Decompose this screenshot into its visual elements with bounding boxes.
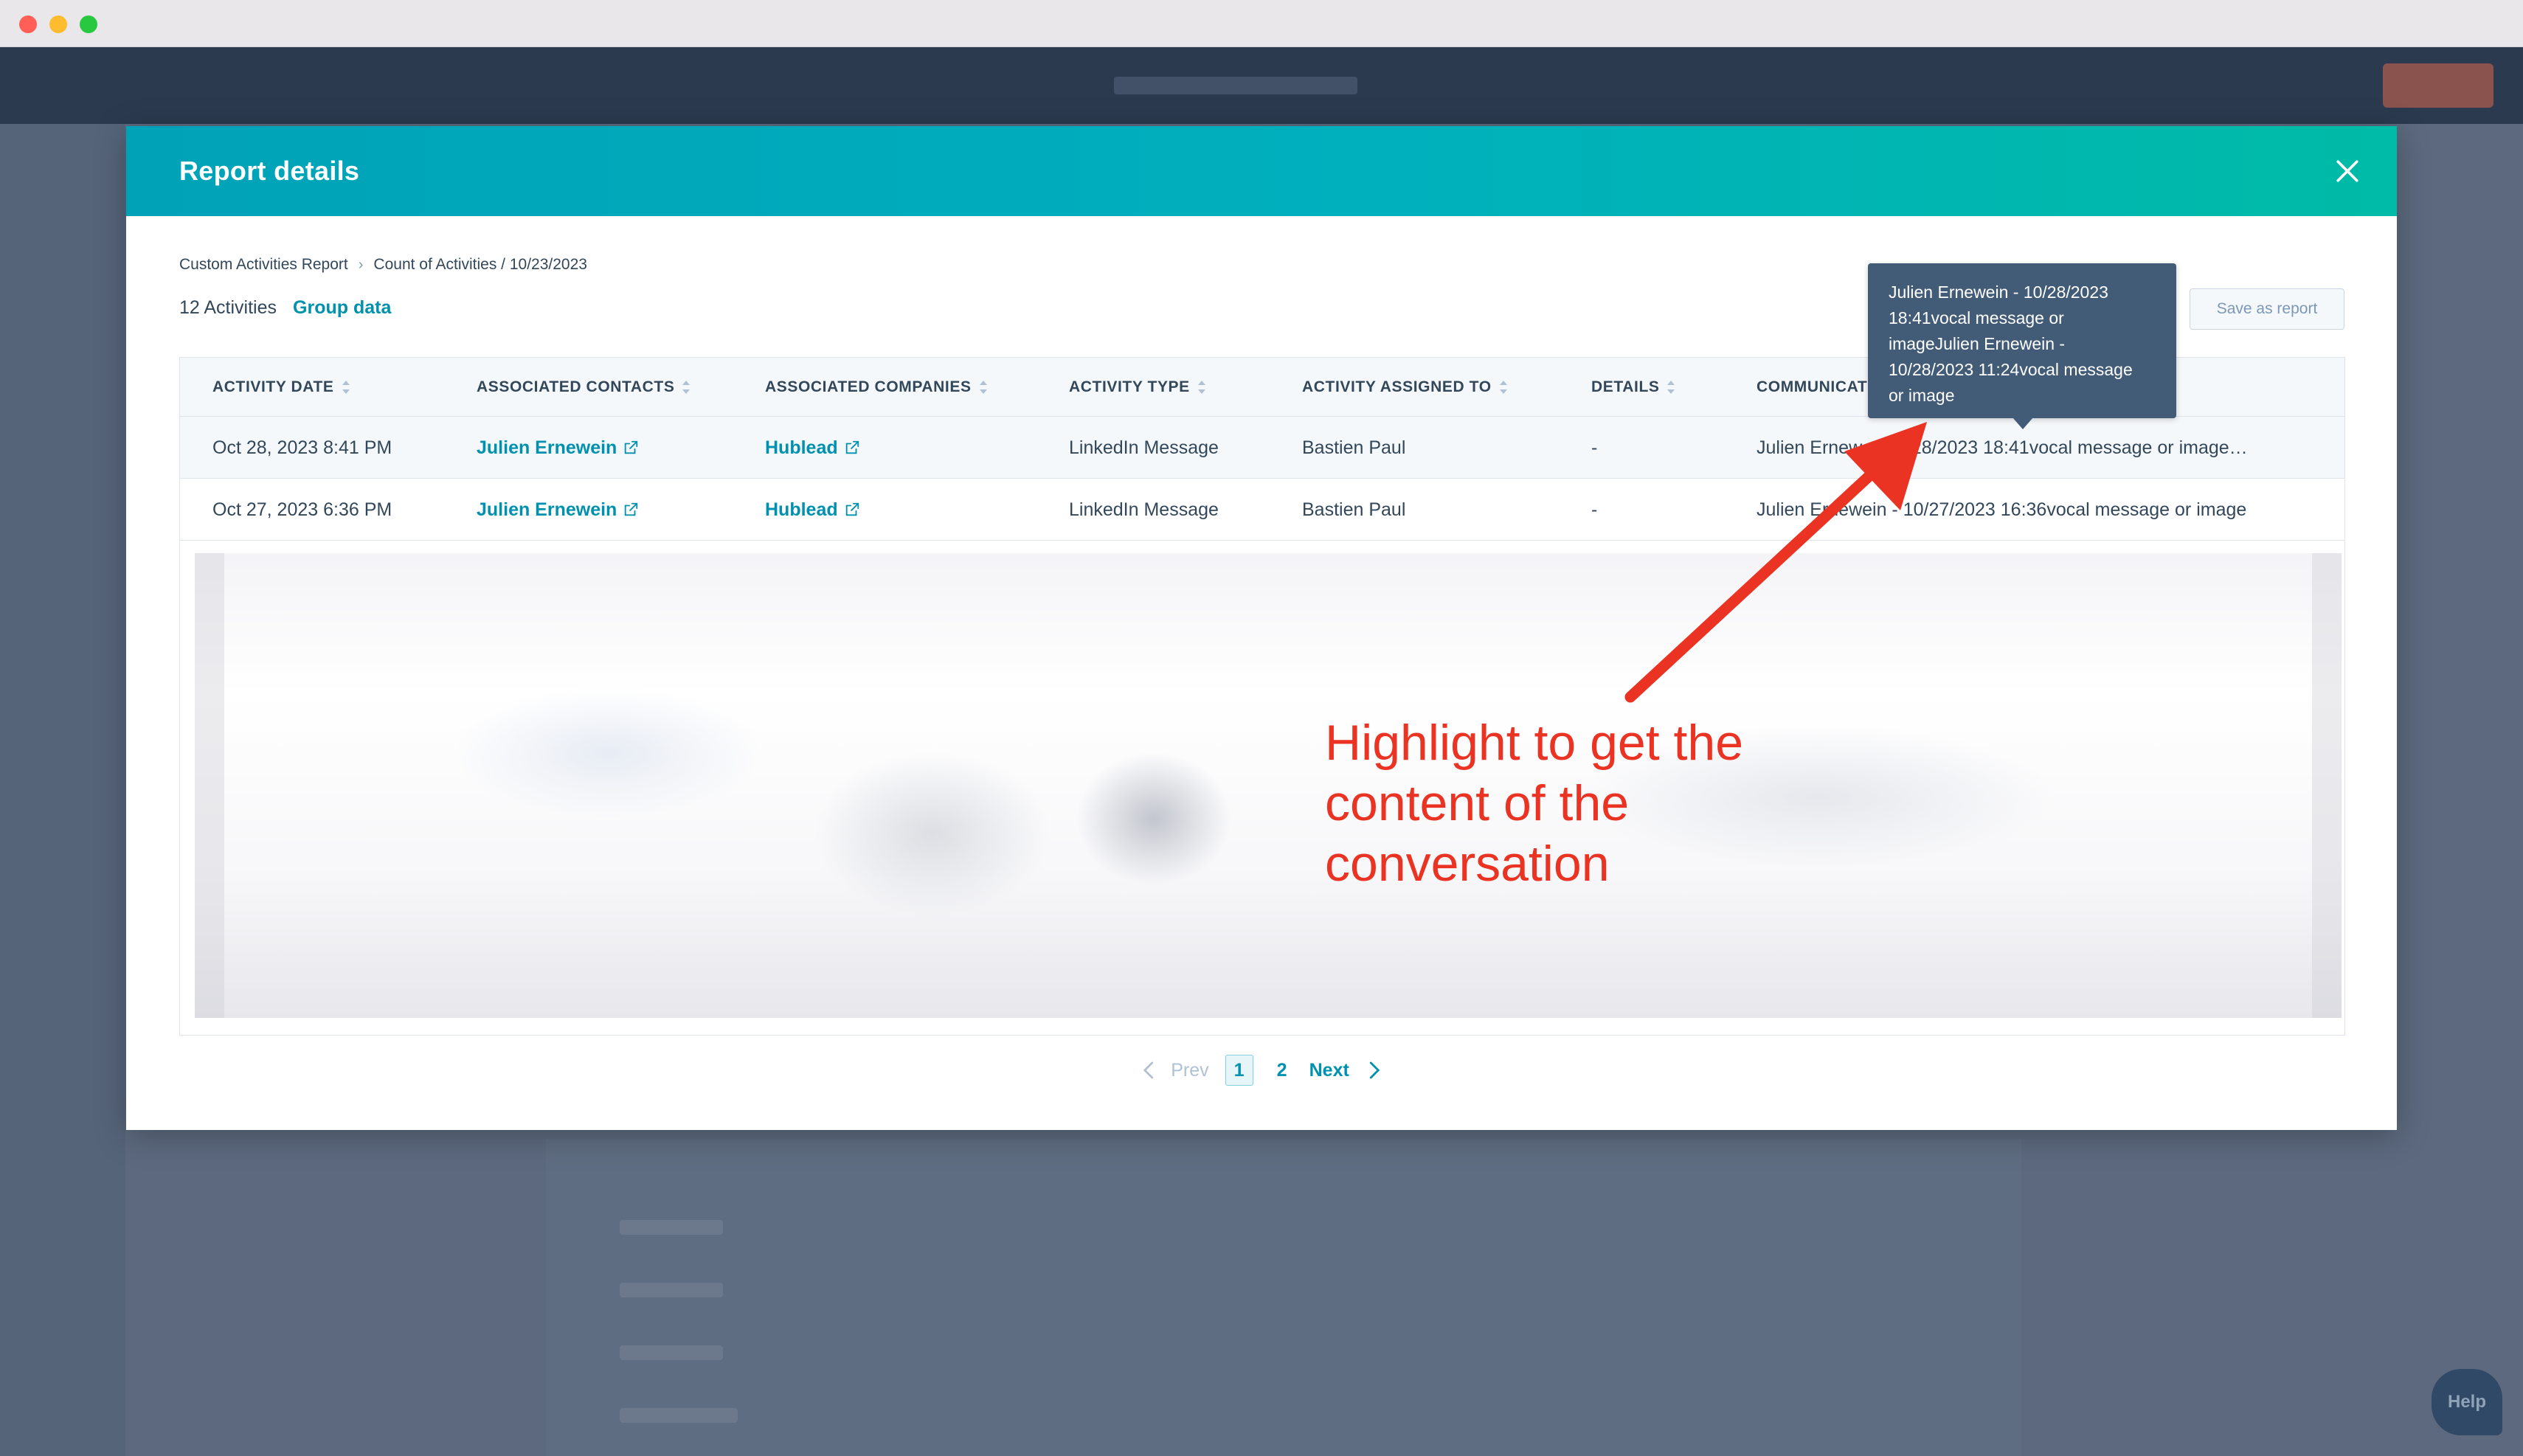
blurred-column	[195, 553, 224, 1018]
breadcrumb: Custom Activities Report › Count of Acti…	[179, 256, 587, 274]
external-link-icon	[845, 502, 859, 516]
annotation-line: conversation	[1325, 836, 1610, 892]
next-page-button[interactable]: Next	[1309, 1059, 1385, 1081]
company-name: Hublead	[765, 437, 838, 458]
column-label: ASSOCIATED CONTACTS	[477, 378, 675, 395]
cell-activity-type: LinkedIn Message	[1069, 437, 1219, 458]
breadcrumb-item-report[interactable]: Custom Activities Report	[179, 256, 348, 274]
cell-activity-type: LinkedIn Message	[1069, 499, 1219, 520]
cell-communication[interactable]: Julien Ernewein - 10/27/2023 16:36vocal …	[1757, 479, 2339, 541]
close-window-icon[interactable]	[19, 15, 37, 33]
cell-assigned-to: Bastien Paul	[1302, 499, 1406, 520]
background-sidebar	[0, 124, 125, 1456]
annotation-line: content of the	[1325, 775, 1630, 831]
column-label: DETAILS	[1591, 378, 1660, 395]
annotation-line: Highlight to get the	[1325, 715, 1744, 771]
company-name: Hublead	[765, 499, 838, 520]
tooltip-line: imageJulien Ernewein -	[1889, 334, 2066, 353]
column-label: COMMUNICAT	[1757, 378, 1868, 395]
column-activity-assigned-to[interactable]: ACTIVITY ASSIGNED TO	[1302, 358, 1508, 417]
column-label: ACTIVITY TYPE	[1069, 378, 1190, 395]
cell-activity-date: Oct 28, 2023 8:41 PM	[212, 437, 392, 458]
company-link[interactable]: Hublead	[765, 417, 860, 479]
cell-details: -	[1591, 499, 1598, 520]
contact-name: Julien Ernewein	[477, 499, 617, 520]
background-nav-button	[2383, 63, 2493, 108]
column-label: ASSOCIATED COMPANIES	[765, 378, 972, 395]
activity-count: 12 Activities	[179, 297, 277, 318]
close-modal-button[interactable]	[2328, 151, 2367, 191]
next-label: Next	[1309, 1059, 1349, 1081]
background-ghost-text	[620, 1345, 723, 1360]
tooltip-caret	[2012, 417, 2033, 429]
column-label: ACTIVITY ASSIGNED TO	[1302, 378, 1492, 395]
column-label: ACTIVITY DATE	[212, 378, 334, 395]
contact-link[interactable]: Julien Ernewein	[477, 417, 639, 479]
background-ghost-text	[620, 1220, 723, 1235]
window-titlebar	[0, 0, 2523, 47]
sort-icon	[1667, 381, 1675, 394]
background-main-table	[546, 1139, 2021, 1456]
cell-assigned-to: Bastien Paul	[1302, 437, 1406, 458]
pagination: Prev 1 2 Next	[126, 1048, 2397, 1092]
column-activity-type[interactable]: ACTIVITY TYPE	[1069, 358, 1206, 417]
page-1-button[interactable]: 1	[1225, 1055, 1253, 1086]
breadcrumb-item-count: Count of Activities / 10/23/2023	[373, 256, 587, 273]
tooltip-line: or image	[1889, 386, 1955, 405]
prev-label: Prev	[1171, 1059, 1209, 1081]
tooltip-line: Julien Ernewein - 10/28/2023	[1889, 282, 2108, 302]
help-button[interactable]: Help	[2432, 1369, 2502, 1435]
save-as-report-button[interactable]: Save as report	[2190, 288, 2344, 330]
background-ghost-text	[620, 1283, 723, 1297]
activity-count-row: 12 Activities Group data	[179, 297, 391, 319]
page-2-button[interactable]: 2	[1268, 1055, 1296, 1086]
background-top-nav	[0, 47, 2523, 124]
maximize-window-icon[interactable]	[80, 15, 97, 33]
cell-details: -	[1591, 437, 1598, 458]
sort-icon	[979, 381, 987, 394]
background-nav-title	[1114, 77, 1357, 94]
prev-page-button[interactable]: Prev	[1138, 1059, 1209, 1081]
sort-icon	[342, 381, 350, 394]
contact-name: Julien Ernewein	[477, 437, 617, 458]
column-details[interactable]: DETAILS	[1591, 358, 1675, 417]
chevron-right-icon	[1369, 1061, 1380, 1079]
breadcrumb-separator-icon: ›	[358, 256, 364, 273]
minimize-window-icon[interactable]	[49, 15, 67, 33]
chevron-left-icon	[1143, 1061, 1154, 1079]
external-link-icon	[625, 502, 638, 516]
cell-activity-date: Oct 27, 2023 6:36 PM	[212, 499, 392, 520]
blurred-column	[2312, 553, 2342, 1018]
tooltip-line: 10/28/2023 11:24vocal message	[1889, 360, 2133, 379]
activities-table: ACTIVITY DATE ASSOCIATED CONTACTS ASSOCI…	[179, 357, 2345, 1036]
external-link-icon	[845, 440, 859, 454]
group-data-link[interactable]: Group data	[293, 297, 391, 319]
communication-tooltip: Julien Ernewein - 10/28/2023 18:41vocal …	[1868, 263, 2176, 418]
external-link-icon	[625, 440, 638, 454]
column-associated-contacts[interactable]: ASSOCIATED CONTACTS	[477, 358, 691, 417]
company-link[interactable]: Hublead	[765, 479, 860, 541]
tooltip-line: 18:41vocal message or	[1889, 308, 2064, 327]
modal-title: Report details	[179, 156, 360, 186]
modal-header: Report details	[126, 126, 2397, 216]
contact-link[interactable]: Julien Ernewein	[477, 479, 639, 541]
background-ghost-text	[620, 1408, 738, 1423]
table-row[interactable]: Oct 27, 2023 6:36 PM Julien Ernewein Hub…	[180, 479, 2344, 541]
column-activity-date[interactable]: ACTIVITY DATE	[212, 358, 350, 417]
sort-icon	[1197, 381, 1205, 394]
annotation-text: Highlight to get the content of the conv…	[1325, 713, 1841, 894]
column-associated-companies[interactable]: ASSOCIATED COMPANIES	[765, 358, 988, 417]
sort-icon	[682, 381, 691, 394]
column-communication[interactable]: COMMUNICAT	[1757, 358, 1867, 417]
cell-communication[interactable]: Julien Ernew… 10/28/2023 18:41vocal mess…	[1757, 417, 2339, 479]
sort-icon	[1499, 381, 1507, 394]
blurred-rows	[195, 553, 2342, 1018]
close-icon	[2336, 160, 2358, 182]
